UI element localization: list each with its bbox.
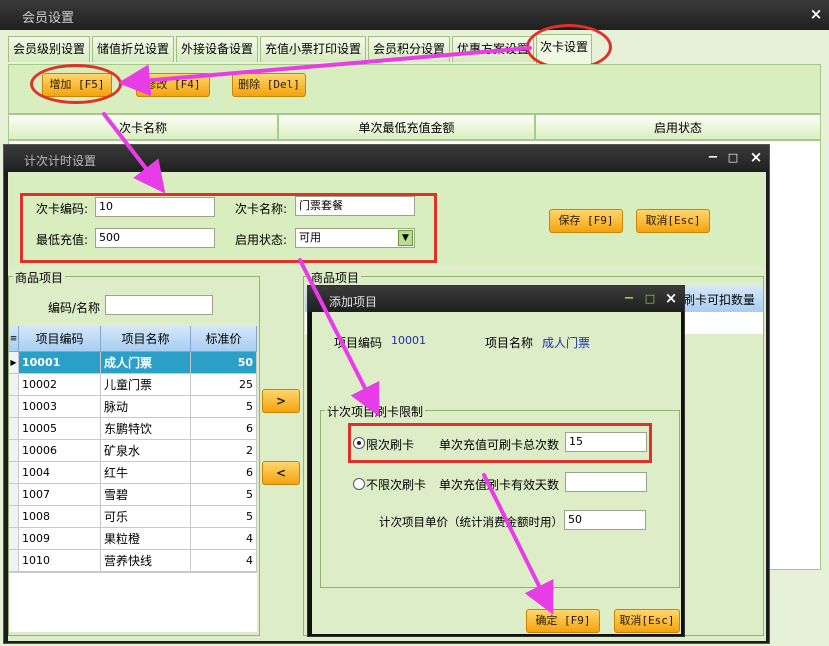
grid-cell-name[interactable]: 果粒橙 — [101, 528, 191, 550]
grid-cell-name[interactable]: 营养快线 — [101, 550, 191, 572]
grid-cell-price[interactable]: 6 — [191, 462, 257, 484]
col-card-name[interactable]: 次卡名称 — [8, 114, 278, 140]
edit-button[interactable]: 修改 [F4] — [136, 73, 210, 97]
tab-discount[interactable]: 优惠方案设置 — [452, 36, 534, 62]
unlimited-radio[interactable] — [353, 478, 365, 490]
grid-indicator-header: ≡ — [9, 326, 19, 352]
grid-cell-code[interactable]: 1009 — [19, 528, 101, 550]
row-indicator[interactable] — [9, 440, 19, 462]
move-right-button[interactable]: > — [262, 389, 300, 413]
grid-cell-price[interactable]: 25 — [191, 374, 257, 396]
item-code-value: 10001 — [391, 334, 426, 347]
grid-cell-code[interactable]: 1004 — [19, 462, 101, 484]
add-dialog-titlebar: 添加项目 − □ × — [308, 286, 684, 312]
dialog-minimize-icon[interactable]: − — [622, 291, 636, 307]
valid-days-input[interactable] — [565, 472, 647, 492]
grid-cell-price[interactable]: 2 — [191, 440, 257, 462]
count-titlebar: 计次计时设置 − □ × — [4, 145, 769, 172]
grid-col-price[interactable]: 标准价 — [191, 326, 257, 352]
toolbar-panel — [8, 64, 821, 114]
add-dialog-title: 添加项目 — [329, 295, 378, 309]
limited-count-input[interactable]: 15 — [565, 432, 647, 452]
grid-cell-code[interactable]: 10002 — [19, 374, 101, 396]
grid-cell-price[interactable]: 4 — [191, 550, 257, 572]
close-icon[interactable]: × — [748, 149, 764, 165]
row-indicator[interactable] — [9, 506, 19, 528]
tab-points[interactable]: 会员积分设置 — [368, 36, 450, 62]
row-indicator[interactable] — [9, 374, 19, 396]
search-input[interactable] — [105, 295, 213, 315]
search-label: 编码/名称 — [48, 301, 101, 315]
main-close-icon[interactable]: × — [808, 6, 824, 22]
limited-field-label: 单次充值可刷卡总次数 — [439, 438, 560, 452]
maximize-icon[interactable]: □ — [726, 150, 740, 166]
grid-cell-code[interactable]: 1007 — [19, 484, 101, 506]
grid-cell-price[interactable]: 5 — [191, 396, 257, 418]
grid-cell-code[interactable]: 10005 — [19, 418, 101, 440]
row-indicator[interactable] — [9, 396, 19, 418]
move-left-button[interactable]: < — [262, 461, 300, 485]
unit-price-input[interactable]: 50 — [564, 510, 646, 530]
row-indicator[interactable]: ▶ — [9, 352, 19, 374]
save-button[interactable]: 保存 [F9] — [549, 209, 623, 233]
tab-external-device[interactable]: 外接设备设置 — [176, 36, 258, 62]
grid-cell-code[interactable]: 10001 — [19, 352, 101, 374]
tab-receipt-print[interactable]: 充值小票打印设置 — [260, 36, 366, 62]
grid-cell-price[interactable]: 6 — [191, 418, 257, 440]
right-group-title: 商品项目 — [309, 269, 362, 286]
unlimited-field-label: 单次充值刷卡有效天数 — [439, 478, 560, 492]
row-indicator[interactable] — [9, 528, 19, 550]
cancel-button[interactable]: 取消[Esc] — [636, 209, 710, 233]
tab-stored-value[interactable]: 储值折兑设置 — [92, 36, 174, 62]
grid-cell-name[interactable]: 东鹏特饮 — [101, 418, 191, 440]
grid-cell-price[interactable]: 5 — [191, 484, 257, 506]
limited-label: 限次刷卡 — [366, 438, 415, 452]
main-window-title: 会员设置 — [22, 11, 75, 26]
grid-cell-name[interactable]: 成人门票 — [101, 352, 191, 374]
row-indicator[interactable] — [9, 550, 19, 572]
dialog-close-icon[interactable]: × — [663, 290, 679, 306]
item-name-value: 成人门票 — [542, 336, 591, 350]
minimize-icon[interactable]: − — [706, 150, 720, 166]
grid-cell-code[interactable]: 10006 — [19, 440, 101, 462]
grid-empty-area — [9, 572, 257, 632]
grid-cell-name[interactable]: 矿泉水 — [101, 440, 191, 462]
grid-cell-name[interactable]: 可乐 — [101, 506, 191, 528]
row-indicator[interactable] — [9, 418, 19, 440]
form-highlight-box — [20, 193, 437, 263]
grid-cell-price[interactable]: 5 — [191, 506, 257, 528]
dialog-maximize-icon[interactable]: □ — [643, 291, 657, 307]
col-min-recharge[interactable]: 单次最低充值金额 — [278, 114, 535, 140]
col-status[interactable]: 启用状态 — [535, 114, 821, 140]
unlimited-label: 不限次刷卡 — [366, 478, 427, 492]
tab-member-level[interactable]: 会员级别设置 — [8, 36, 90, 62]
delete-button[interactable]: 删除 [Del] — [232, 73, 306, 97]
limit-group-title: 计次项目刷卡限制 — [325, 403, 426, 420]
grid-cell-code[interactable]: 1010 — [19, 550, 101, 572]
count-window-title: 计次计时设置 — [24, 154, 97, 168]
right-col-deduct[interactable]: 刷卡可扣数量 — [683, 291, 755, 308]
grid-cell-name[interactable]: 红牛 — [101, 462, 191, 484]
grid-cell-price[interactable]: 50 — [191, 352, 257, 374]
main-titlebar: 会员设置 × — [0, 0, 829, 30]
add-button-highlight — [30, 64, 122, 104]
item-code-label: 项目编码 — [334, 336, 383, 350]
grid-cell-name[interactable]: 脉动 — [101, 396, 191, 418]
grid-cell-price[interactable]: 4 — [191, 528, 257, 550]
grid-cell-name[interactable]: 雪碧 — [101, 484, 191, 506]
row-indicator[interactable] — [9, 484, 19, 506]
grid-col-name[interactable]: 项目名称 — [101, 326, 191, 352]
grid-cell-code[interactable]: 10003 — [19, 396, 101, 418]
dialog-cancel-button[interactable]: 取消[Esc] — [614, 609, 680, 633]
grid-cell-code[interactable]: 1008 — [19, 506, 101, 528]
grid-cell-name[interactable]: 儿童门票 — [101, 374, 191, 396]
item-name-label: 项目名称 — [485, 336, 534, 350]
limited-radio[interactable] — [353, 437, 365, 449]
grid-col-code[interactable]: 项目编码 — [19, 326, 101, 352]
unit-price-label: 计次项目单价（统计消费金额时用） — [379, 515, 563, 529]
left-group-title: 商品项目 — [13, 269, 66, 286]
row-indicator[interactable] — [9, 462, 19, 484]
ok-button[interactable]: 确定 [F9] — [526, 609, 600, 633]
